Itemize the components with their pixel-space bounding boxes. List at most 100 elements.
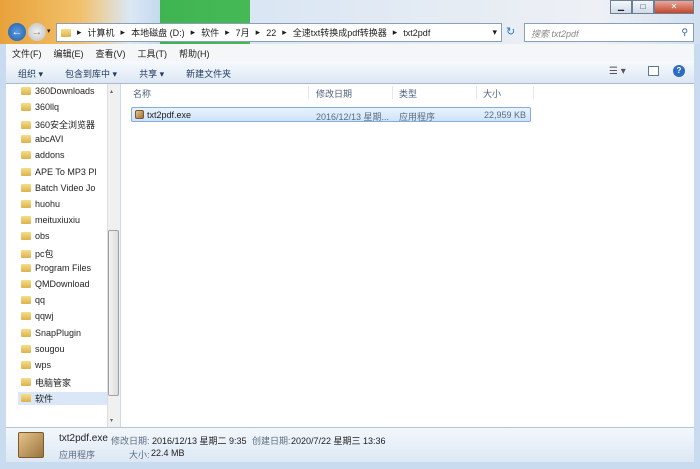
navigation-pane: 360Downloads 360llq 360安全浏览器 abcAVI addons AP… [6,84,107,427]
include-in-library-button[interactable]: 包含到库中 ▾ [65,67,117,79]
file-name: txt2pdf.exe [147,110,192,120]
folder-icon [21,328,31,337]
folder-icon [21,231,31,240]
folder-icon [21,296,31,305]
scroll-up-arrow[interactable]: ▴ [110,88,113,95]
sidebar-folder[interactable]: Batch Video Jo [21,183,95,193]
address-dropdown[interactable]: ▾ [492,27,497,38]
folder-icon [21,215,31,224]
sidebar-folder[interactable]: SnapPlugin [21,328,81,338]
folder-icon [21,103,31,112]
folder-icon [21,280,31,289]
close-button[interactable]: ✕ [654,0,694,14]
sidebar-folder[interactable]: 360llq [21,102,59,112]
sidebar-folder[interactable]: abcAVI [21,134,63,144]
sidebar-folder[interactable]: sougou [21,344,65,354]
window-controls: ▁ □ ✕ [610,0,694,14]
breadcrumb[interactable]: 本地磁盘 (D:) [131,26,185,39]
sidebar-folder-label: qq [35,295,46,306]
sidebar-folder[interactable]: qqwj [21,311,54,321]
folder-icon [21,151,31,160]
sidebar-folder-label: Program Files [35,263,92,274]
sidebar-folder-label: sougou [35,343,65,354]
menu-edit[interactable]: 编辑(E) [54,47,84,59]
maximize-button[interactable]: □ [632,0,654,14]
address-bar[interactable]: ▸ 计算机 ▸ 本地磁盘 (D:) ▸ 软件 ▸ 7月 ▸ 22 ▸ 全速txt转换成pdf… [56,23,502,42]
sidebar-folder-label: pc包 [35,249,54,259]
details-name: txt2pdf.exe [59,433,108,444]
size-value: 22.4 MB [151,448,185,458]
sidebar-folder[interactable]: wps [21,360,51,370]
menu-help[interactable]: 帮助(H) [179,47,210,59]
folder-icon [21,120,31,129]
breadcrumb[interactable]: 22 [266,28,276,38]
sidebar-folder[interactable]: meituxiuxiu [21,215,80,225]
back-button[interactable]: ← [8,23,26,41]
breadcrumb[interactable]: 7月 [236,26,250,39]
sidebar-folder-label: 软件 [35,393,54,404]
sidebar-folder[interactable]: 电脑管家 [21,376,71,389]
column-type[interactable]: 类型 [399,87,417,100]
sidebar-folder-label: APE To MP3 Pl [35,166,97,177]
sidebar-folder[interactable]: APE To MP3 Pl [21,167,96,177]
sidebar-folder[interactable]: 360Downloads [21,86,95,96]
file-row[interactable]: txt2pdf.exe 2016/12/13 星期... 应用程序 22,959… [131,107,531,122]
column-name[interactable]: 名称 [133,87,151,100]
sidebar-folder-label: Batch Video Jo [35,182,96,193]
refresh-icon[interactable]: ↻ [506,25,515,38]
sidebar-folder-label: abcAVI [35,134,64,145]
menu-view[interactable]: 查看(V) [96,47,126,59]
sidebar-folder-label: SnapPlugin [35,327,82,338]
file-list: 名称 修改日期 类型 大小 txt2pdf.exe 2016/12/13 星期.… [121,84,694,427]
search-input[interactable]: 搜索 txt2pdf ⚲ [524,23,694,42]
folder-icon [21,167,31,176]
sidebar-folder[interactable]: pc包 [21,247,54,260]
column-size[interactable]: 大小 [483,87,501,100]
recent-pages-dropdown[interactable]: ▾ [47,27,51,35]
sidebar-folder[interactable]: 软件 [18,391,107,405]
created-label: 创建日期: [252,436,291,446]
folder-icon [21,360,31,369]
sidebar-folder[interactable]: qq [21,295,45,305]
column-modified[interactable]: 修改日期 [316,87,352,100]
modified-label: 修改日期: [111,436,150,446]
view-options-icon[interactable]: ☰ ▾ [609,66,626,77]
folder-icon [61,28,71,37]
new-folder-button[interactable]: 新建文件夹 [186,67,231,79]
modified-value: 2016/12/13 星期二 9:35 [152,436,247,446]
breadcrumb[interactable]: 全速txt转换成pdf转换器 [293,26,387,39]
sidebar-folder-label: meituxiuxiu [35,214,81,225]
breadcrumb[interactable]: txt2pdf [403,28,430,38]
created-value: 2020/7/22 星期三 13:36 [291,436,386,446]
sidebar-folder-label: 360安全浏览器 [35,120,96,131]
search-icon[interactable]: ⚲ [681,27,688,38]
sidebar-folder[interactable]: Program Files [21,263,91,273]
preview-pane-icon[interactable] [648,66,659,76]
folder-icon [21,378,31,387]
sidebar-folder[interactable]: 360安全浏览器 [21,118,95,131]
forward-button[interactable]: → [28,23,46,41]
sidebar-folder-label: 360llq [35,102,60,113]
minimize-button[interactable]: ▁ [610,0,632,14]
file-size: 22,959 KB [483,110,526,120]
folder-icon [21,87,31,95]
sidebar-folder[interactable]: huohu [21,199,60,209]
sidebar-folder-label: 360Downloads [35,86,95,96]
sidebar-folder[interactable]: QMDownload [21,279,90,289]
menu-file[interactable]: 文件(F) [12,47,42,59]
breadcrumb[interactable]: 计算机 [88,26,115,39]
sidebar-folder-label: huohu [35,198,61,209]
sidebar-folder[interactable]: addons [21,150,65,160]
share-button[interactable]: 共享 ▾ [139,67,164,79]
breadcrumb[interactable]: 软件 [201,26,219,39]
scrollbar-thumb[interactable] [108,230,119,396]
help-icon[interactable]: ? [673,65,685,77]
folder-icon [21,249,31,258]
organize-button[interactable]: 组织 ▾ [18,67,43,79]
folder-icon [21,199,31,208]
scroll-down-arrow[interactable]: ▾ [110,417,113,424]
sidebar-folder-label: obs [35,230,50,241]
sidebar-folder[interactable]: obs [21,231,50,241]
details-pane: txt2pdf.exe 修改日期: 2016/12/13 星期二 9:35 创建… [6,427,694,462]
menu-tools[interactable]: 工具(T) [138,47,168,59]
